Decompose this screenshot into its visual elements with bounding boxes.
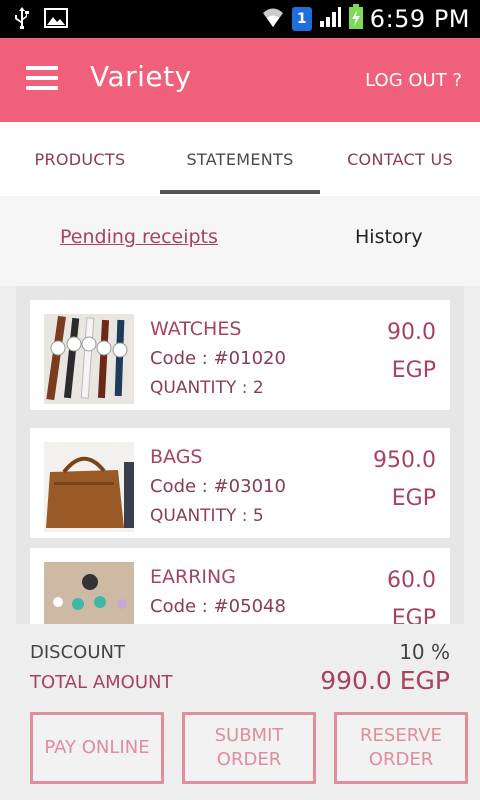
item-price: 90.0 (387, 320, 436, 345)
pending-receipts-tab[interactable]: Pending receipts (60, 226, 218, 248)
menu-icon[interactable] (26, 66, 58, 94)
app-title: Variety (90, 60, 192, 93)
item-price: 950.0 (373, 448, 436, 473)
bags-image (44, 442, 134, 532)
item-code: Code : #03010 (150, 476, 286, 497)
item-code: Code : #05048 (150, 596, 286, 617)
receipt-list[interactable]: WATCHES Code : #01020 QUANTITY : 2 90.0 … (16, 286, 464, 624)
order-summary: DISCOUNT 10 % TOTAL AMOUNT 990.0 EGP PAY… (0, 624, 480, 800)
earring-image (44, 562, 134, 624)
list-item[interactable]: EARRING Code : #05048 60.0 EGP (30, 548, 450, 624)
app-bar: Variety LOG OUT ? (0, 38, 480, 122)
item-price: 60.0 (387, 568, 436, 593)
item-currency: EGP (391, 606, 436, 624)
reserve-order-button[interactable]: RESERVE ORDER (334, 712, 468, 784)
discount-value: 10 % (399, 640, 450, 664)
tab-bar: PRODUCTS STATEMENTS CONTACT US (0, 122, 480, 196)
tab-indicator (160, 190, 320, 194)
list-item[interactable]: BAGS Code : #03010 QUANTITY : 5 950.0 EG… (30, 428, 450, 538)
total-value: 990.0 EGP (320, 666, 450, 695)
item-quantity: QUANTITY : 5 (150, 506, 264, 526)
item-code: Code : #01020 (150, 348, 286, 369)
item-quantity: QUANTITY : 2 (150, 378, 264, 398)
history-tab[interactable]: History (355, 226, 423, 248)
item-currency: EGP (391, 486, 436, 511)
tab-statements[interactable]: STATEMENTS (160, 122, 320, 196)
item-name: WATCHES (150, 318, 242, 340)
item-name: EARRING (150, 566, 236, 588)
list-item[interactable]: WATCHES Code : #01020 QUANTITY : 2 90.0 … (30, 300, 450, 410)
pay-online-button[interactable]: PAY ONLINE (30, 712, 164, 784)
battery-icon (348, 4, 364, 34)
sub-tab-bar: Pending receipts History (0, 196, 480, 286)
wifi-icon (260, 5, 286, 33)
submit-order-button[interactable]: SUBMIT ORDER (182, 712, 316, 784)
signal-icon (318, 5, 342, 33)
logout-button[interactable]: LOG OUT ? (365, 70, 462, 91)
discount-label: DISCOUNT (30, 642, 125, 663)
sim-badge: 1 (291, 7, 312, 31)
watches-image (44, 314, 134, 404)
item-currency: EGP (391, 358, 436, 383)
status-bar: 1 6:59 PM (0, 0, 480, 38)
item-name: BAGS (150, 446, 203, 468)
tab-products[interactable]: PRODUCTS (0, 122, 160, 196)
clock: 6:59 PM (369, 5, 470, 33)
total-label: TOTAL AMOUNT (30, 672, 173, 693)
image-icon (44, 8, 68, 32)
usb-icon (14, 6, 30, 34)
tab-contact-us[interactable]: CONTACT US (320, 122, 480, 196)
